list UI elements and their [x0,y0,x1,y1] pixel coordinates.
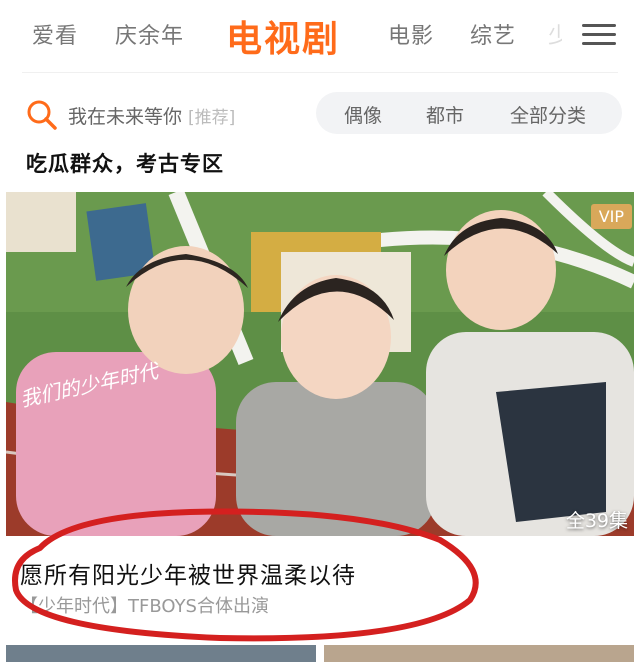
next-row[interactable] [6,645,634,662]
menu-icon[interactable] [582,24,616,46]
tab-more-partial[interactable]: 少 [548,18,562,50]
poster-image: 我们的少年时代 [6,192,634,536]
episode-count: 全39集 [565,510,628,532]
tab-aikan[interactable]: 爱看 [32,18,78,50]
app-screen: 爱看 庆余年 电视剧 电影 综艺 少 我在未来等你 [推荐] 偶像 都市 全部分… [0,0,640,662]
vip-badge: VIP [590,204,632,229]
tab-variety[interactable]: 综艺 [470,18,516,50]
search-query: 我在未来等你 [68,105,183,128]
tab-movies[interactable]: 电影 [388,18,434,50]
search-icon [27,100,57,130]
card-title[interactable]: 愿所有阳光少年被世界温柔以待 [20,556,356,590]
channel-tabs: 爱看 庆余年 电视剧 电影 综艺 少 [0,0,640,72]
section-title: 吃瓜群众，考古专区 [26,152,224,176]
category-idol[interactable]: 偶像 [344,101,382,128]
next-row-thumbnails [6,645,634,662]
search-tag: [推荐] [188,107,236,128]
tab-qingyunian[interactable]: 庆余年 [115,18,184,50]
category-urban[interactable]: 都市 [426,101,464,128]
category-all[interactable]: 全部分类 [510,101,586,128]
header-divider [22,72,618,73]
hero-poster[interactable]: 我们的少年时代 [6,192,634,536]
tab-tv-series[interactable]: 电视剧 [226,10,340,62]
card-subtitle: 【少年时代】TFBOYS合体出演 [20,596,269,617]
search-bar[interactable]: 我在未来等你 [推荐] [26,98,235,132]
